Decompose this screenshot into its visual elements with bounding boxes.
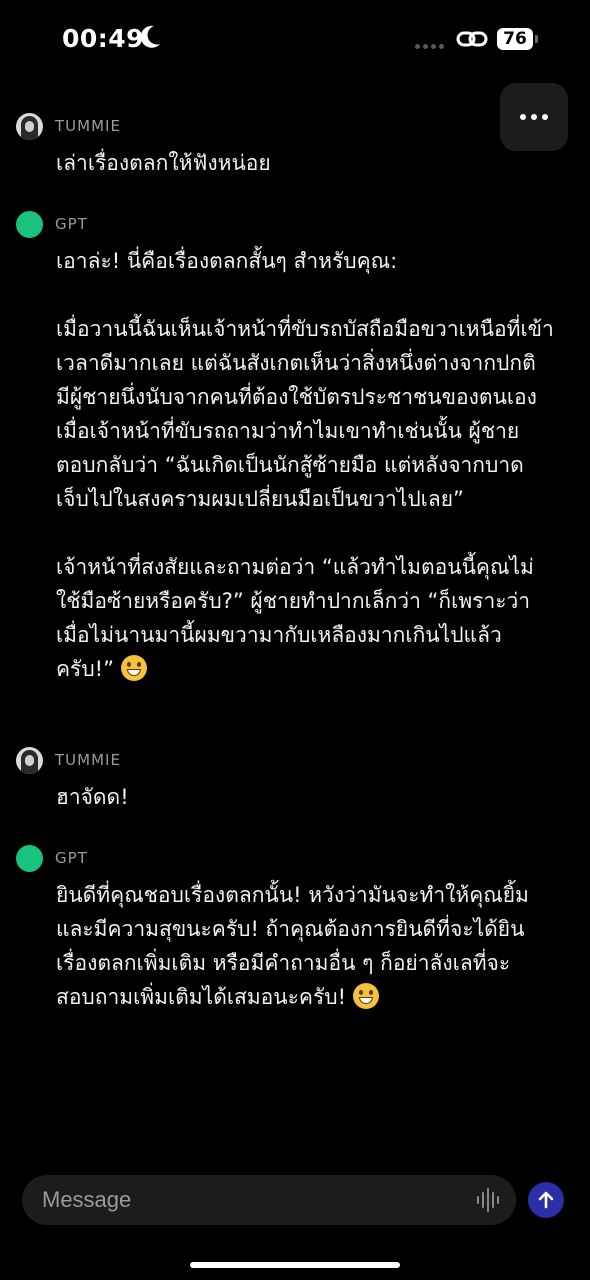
link-icon: [456, 31, 488, 47]
status-time: 00:49: [62, 24, 145, 53]
voice-waveform-icon[interactable]: [475, 1187, 501, 1213]
battery-icon: 76: [497, 28, 539, 50]
sender-name: GPT: [55, 849, 88, 867]
sender-name: GPT: [55, 215, 88, 233]
user-avatar: [16, 112, 43, 140]
chat-message-user: TUMMIE เล่าเรื่องตลกให้ฟังหน่อย: [16, 112, 576, 180]
message-text: ยินดีที่คุณชอบเรื่องตลกนั้น! หวังว่ามันจ…: [56, 883, 529, 1009]
gpt-avatar: [16, 844, 43, 872]
arrow-up-icon: [538, 1191, 554, 1209]
moon-icon: [140, 25, 160, 48]
battery-level: 76: [497, 28, 533, 50]
gpt-avatar: [16, 210, 43, 238]
chat-message-gpt: GPT เอาล่ะ! นี่คือเรื่องตลกสั้นๆ สำหรับค…: [16, 210, 576, 686]
sender-name: TUMMIE: [55, 751, 121, 769]
chat-message-user: TUMMIE ฮาจัดด!: [16, 746, 576, 814]
message-text: เอาล่ะ! นี่คือเรื่องตลกสั้นๆ สำหรับคุณ: …: [56, 249, 554, 681]
signal-dots-icon: [415, 44, 444, 49]
message-input[interactable]: [42, 1175, 442, 1225]
grinning-emoji-icon: [352, 983, 379, 1009]
status-bar: 00:49 76: [0, 0, 590, 80]
message-composer: [22, 1175, 516, 1225]
home-indicator[interactable]: [190, 1262, 400, 1268]
grinning-emoji-icon: [120, 655, 147, 681]
message-text: เล่าเรื่องตลกให้ฟังหน่อย: [56, 151, 271, 175]
send-button[interactable]: [528, 1182, 564, 1218]
sender-name: TUMMIE: [55, 117, 121, 135]
message-text: ฮาจัดด!: [56, 785, 129, 809]
chat-message-gpt: GPT ยินดีที่คุณชอบเรื่องตลกนั้น! หวังว่า…: [16, 844, 576, 1014]
user-avatar: [16, 746, 43, 774]
